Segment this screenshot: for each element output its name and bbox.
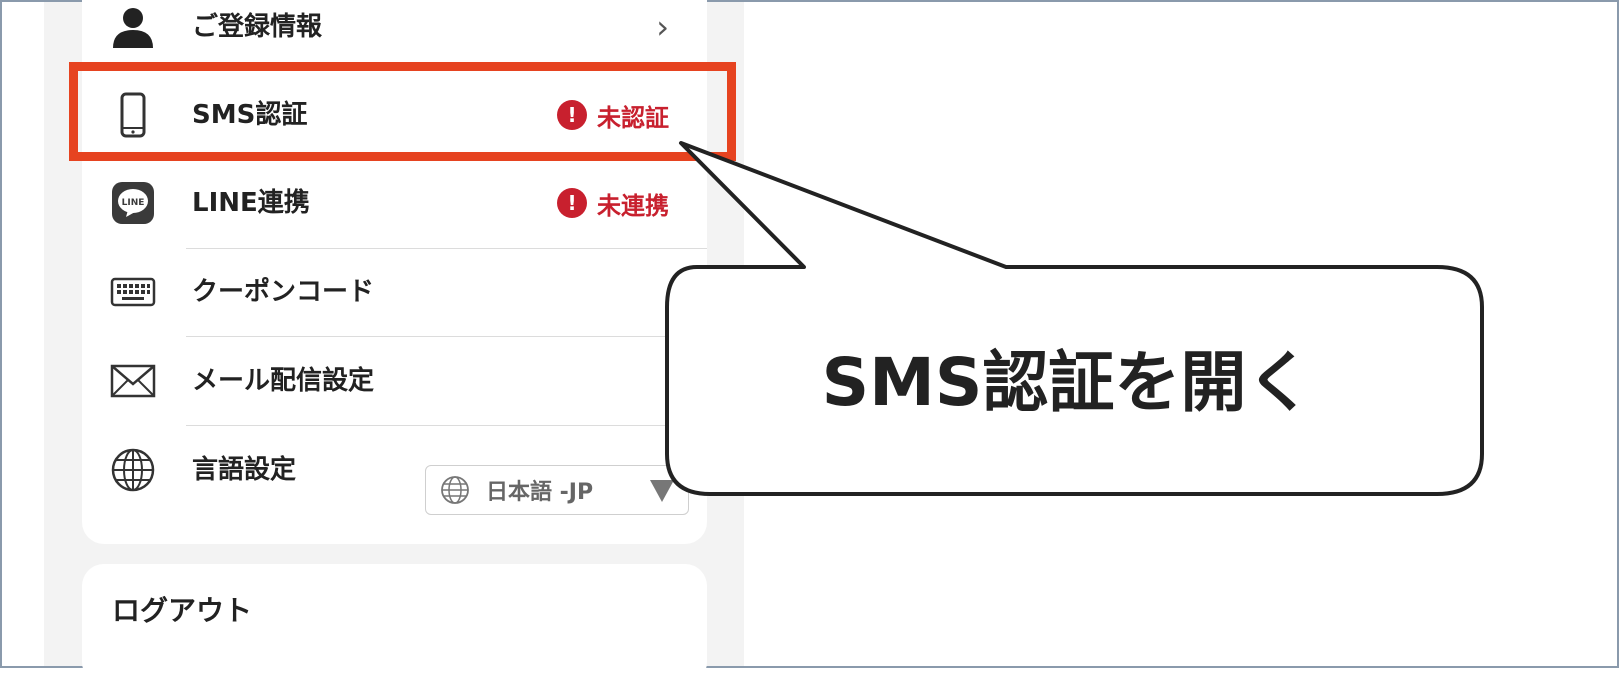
callout-text: SMS認証を開く (821, 344, 1313, 421)
screenshot-frame: ご登録情報 › SMS認証 ! 未認証 LINE LINE連携 ! 未連携 クー… (0, 0, 1619, 684)
